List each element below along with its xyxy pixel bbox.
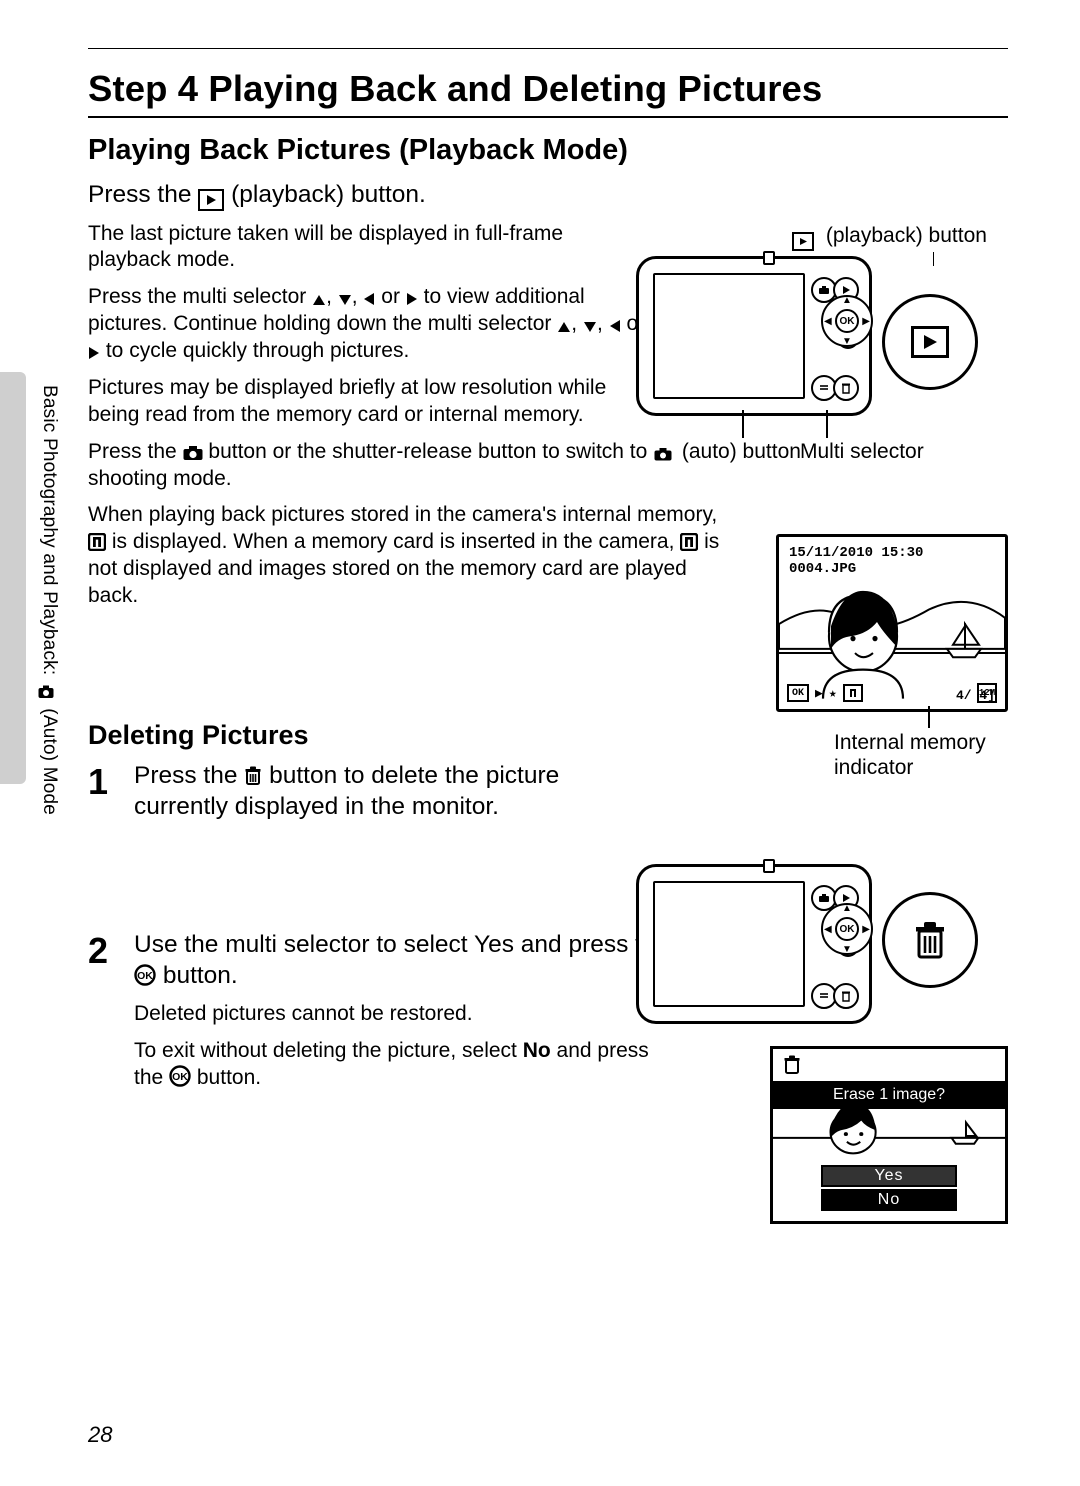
svg-text:OK: OK [172, 1071, 188, 1083]
down-triangle-icon [583, 321, 597, 333]
press-playback-prefix: Press the [88, 181, 198, 208]
camera-top-knob [763, 859, 775, 873]
down-triangle-icon [338, 294, 352, 306]
playback-sample-screen: 15/11/2010 15:30 0004.JPG OK ▶ ★ 12M 4/ … [776, 534, 1008, 774]
p-fullframe: The last picture taken will be displayed… [88, 221, 648, 275]
star-icon: ★ [829, 686, 837, 701]
erase-confirm-screen: Erase 1 image? Yes No [770, 1046, 1008, 1224]
p-internal-memory: When playing back pictures stored in the… [88, 502, 728, 610]
up-triangle-icon [557, 321, 571, 333]
sample-frame: 15/11/2010 15:30 0004.JPG OK ▶ ★ 12M 4/ … [776, 534, 1008, 712]
step1-text: Press the button to delete the picture c… [134, 761, 644, 822]
trash-icon [244, 766, 262, 786]
camera-trash-button [833, 983, 859, 1009]
play-boxed-icon [911, 326, 949, 358]
diagram-label-auto: (auto) button [654, 440, 801, 464]
left-triangle-icon [363, 292, 375, 306]
p-lowres: Pictures may be displayed briefly at low… [88, 375, 648, 429]
step-number: 1 [88, 761, 108, 803]
camera-icon [654, 447, 672, 461]
internal-memory-icon [843, 684, 863, 702]
camera-outline: ▲▼◀▶ OK [636, 864, 872, 1024]
side-thumb-tab [0, 372, 26, 784]
multi-selector-dpad: ▲▼◀▶ OK [821, 295, 873, 347]
step-heading: Step 4 Playing Back and Deleting Picture… [88, 68, 822, 109]
step-heading-block: Step 4 Playing Back and Deleting Picture… [88, 68, 1008, 118]
p-exit: To exit without deleting the picture, se… [134, 1038, 674, 1092]
left-triangle-icon [609, 319, 621, 333]
camera-icon [183, 445, 203, 461]
side-section-label: Basic Photography and Playback: (Auto) M… [38, 385, 60, 815]
page-number: 28 [88, 1422, 112, 1448]
p-cannot-restore: Deleted pictures cannot be restored. [134, 1001, 674, 1028]
section-playback-heading: Playing Back Pictures (Playback Mode) [88, 134, 1008, 167]
rate-icon: ▶ [815, 686, 823, 701]
internal-memory-icon [88, 533, 106, 551]
playback-button-callout [882, 294, 978, 390]
trash-icon [783, 1055, 801, 1075]
side-label-prefix: Basic Photography and Playback: [39, 385, 60, 681]
ok-chip: OK [787, 684, 809, 702]
trash-icon [912, 919, 948, 961]
ok-circle-icon: OK [169, 1065, 191, 1087]
camera-screen [653, 881, 805, 1007]
camera-outline: ▲▼◀▶ OK [636, 256, 872, 416]
ok-button: OK [835, 917, 859, 941]
leader-line [928, 706, 930, 728]
heading-rule [88, 116, 1008, 118]
camera-diagram-playback: (playback) button [636, 224, 1008, 474]
svg-text:OK: OK [137, 970, 153, 982]
press-playback-suffix: (playback) button. [231, 181, 426, 208]
top-rule [88, 48, 1008, 49]
confirm-no-option: No [821, 1189, 957, 1211]
camera-screen [653, 273, 805, 399]
right-triangle-icon [88, 346, 100, 360]
camera-diagram-delete: ▲▼◀▶ OK [636, 858, 1008, 1038]
ok-button: OK [835, 309, 859, 333]
internal-memory-icon [680, 533, 698, 551]
delete-button-callout [882, 892, 978, 988]
confirm-illustration [773, 1109, 1005, 1163]
step-number: 2 [88, 930, 108, 972]
up-triangle-icon [312, 294, 326, 306]
sample-count: 4/ 4] [956, 688, 995, 703]
play-boxed-icon [792, 232, 814, 251]
content-column: Step 4 Playing Back and Deleting Picture… [88, 54, 1008, 1422]
leader-line [742, 410, 744, 438]
sample-caption: Internal memory indicator [834, 730, 1008, 780]
play-boxed-icon [198, 189, 224, 211]
diagram-label-multi: Multi selector [800, 440, 924, 464]
confirm-options: Yes No [821, 1163, 957, 1211]
camera-top-knob [763, 251, 775, 265]
camera-trash-button [833, 375, 859, 401]
p-switch-shoot: Press the button or the shutter-release … [88, 439, 728, 493]
p-multiselector: Press the multi selector , , or to view … [88, 284, 648, 365]
ok-circle-icon: OK [134, 964, 156, 986]
confirm-yes-option: Yes [821, 1165, 957, 1187]
confirm-title: Erase 1 image? [773, 1081, 1005, 1109]
right-triangle-icon [406, 292, 418, 306]
camera-icon [38, 685, 54, 699]
diagram-title: (playback) button [792, 224, 987, 251]
leader-line [826, 410, 828, 438]
leader-line [933, 252, 935, 266]
multi-selector-dpad: ▲▼◀▶ OK [821, 903, 873, 955]
side-label-suffix: (Auto) Mode [39, 708, 60, 815]
sample-osd-top: 15/11/2010 15:30 0004.JPG [789, 545, 923, 577]
step2-text: Use the multi selector to select Yes and… [134, 930, 694, 991]
press-playback-line: Press the (playback) button. [88, 181, 1008, 211]
